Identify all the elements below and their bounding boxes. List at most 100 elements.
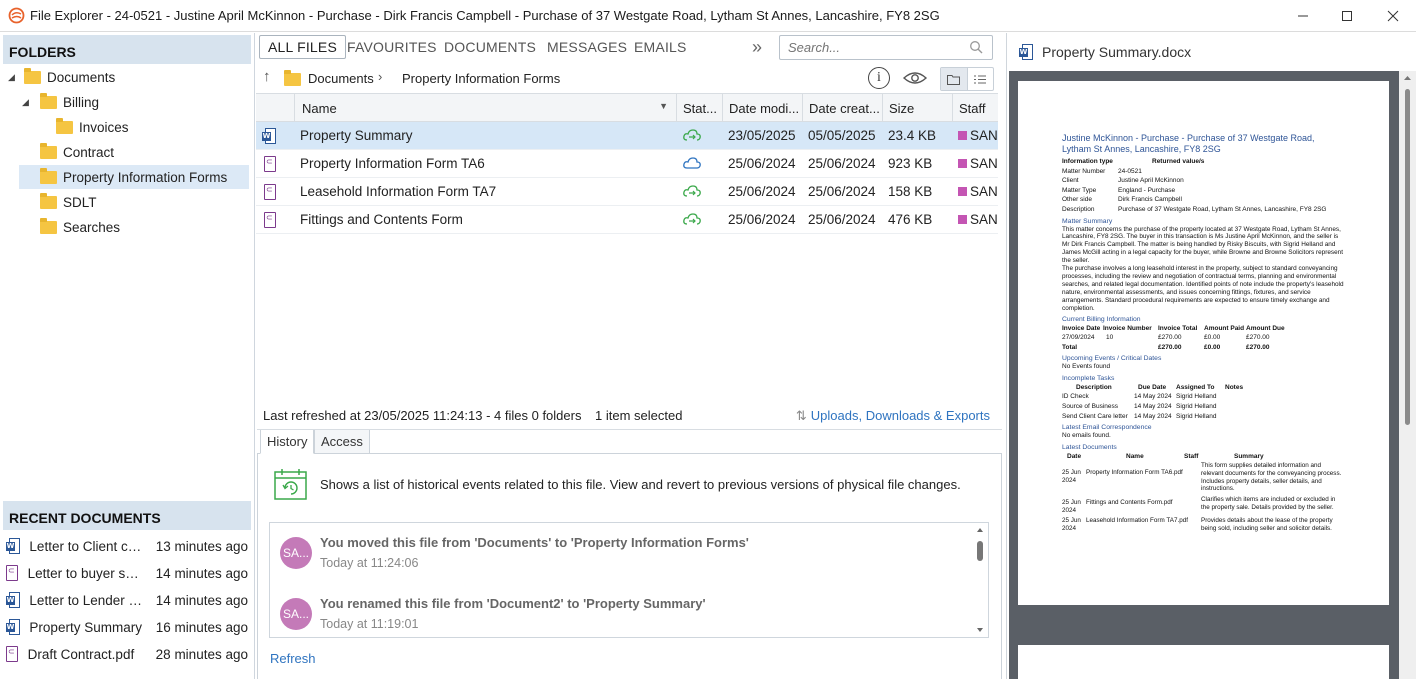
document-page bbox=[1018, 645, 1389, 679]
folder-icon bbox=[24, 67, 41, 84]
tab-history[interactable]: History bbox=[260, 430, 315, 454]
left-pane: FOLDERS ◢ Documents ◢ Billing Invoices C… bbox=[0, 33, 255, 679]
tree-item-label: Contract bbox=[63, 144, 115, 160]
scrollbar[interactable] bbox=[974, 525, 986, 635]
file-name: Property Summary bbox=[300, 128, 413, 143]
word-file-icon: W bbox=[6, 619, 20, 635]
search-box[interactable] bbox=[779, 35, 993, 60]
table-row[interactable]: Fittings and Contents Form 25/06/2024 25… bbox=[256, 206, 998, 234]
tab-documents[interactable]: DOCUMENTS bbox=[444, 35, 536, 59]
pdf-file-icon bbox=[6, 646, 18, 662]
file-list-pane: ALL FILES FAVOURITES DOCUMENTS MESSAGES … bbox=[256, 33, 1006, 679]
recent-item[interactable]: W Letter to Lender en... 14 minutes ago bbox=[6, 588, 248, 612]
staff-cell: SAN bbox=[958, 212, 998, 227]
folder-view-button[interactable] bbox=[941, 68, 968, 90]
column-header-size[interactable]: Size bbox=[882, 94, 952, 122]
more-tabs-chevron-icon[interactable]: » bbox=[752, 37, 762, 58]
uploads-downloads-link[interactable]: ⇅ Uploads, Downloads & Exports bbox=[796, 408, 990, 424]
recent-item[interactable]: W Letter to Client con... 13 minutes ago bbox=[6, 534, 248, 558]
tree-item-searches[interactable]: Searches bbox=[40, 215, 248, 239]
expand-icon[interactable]: ◢ bbox=[8, 72, 18, 83]
transfer-arrows-icon: ⇅ bbox=[795, 408, 807, 423]
event-time: Today at 11:19:01 bbox=[320, 617, 419, 631]
close-button[interactable] bbox=[1370, 0, 1416, 32]
tab-access[interactable]: Access bbox=[314, 430, 370, 454]
tree-item-invoices[interactable]: Invoices bbox=[56, 115, 248, 139]
column-header-created[interactable]: Date creat... bbox=[802, 94, 882, 122]
title-bar: File Explorer - 24-0521 - Justine April … bbox=[0, 0, 1416, 32]
last-refreshed-text: Last refreshed at 23/05/2025 11:24:13 - … bbox=[263, 408, 582, 423]
staff-cell: SAN bbox=[958, 128, 998, 143]
tree-item-billing[interactable]: ◢ Billing bbox=[22, 90, 248, 114]
tab-all-files[interactable]: ALL FILES bbox=[259, 35, 346, 59]
info-icon[interactable]: i bbox=[868, 67, 890, 89]
breadcrumb: ↑ Documents › Property Information Forms… bbox=[256, 65, 998, 93]
tree-item-documents[interactable]: ◢ Documents bbox=[8, 65, 248, 89]
table-row[interactable]: Property Information Form TA6 25/06/2024… bbox=[256, 150, 998, 178]
close-icon bbox=[1387, 10, 1399, 22]
table-row[interactable]: Leasehold Information Form TA7 25/06/202… bbox=[256, 178, 998, 206]
tree-item-sdlt[interactable]: SDLT bbox=[40, 190, 248, 214]
minimize-button[interactable] bbox=[1280, 0, 1326, 32]
eye-icon[interactable] bbox=[902, 69, 928, 87]
column-header-name[interactable]: Name ▼ bbox=[294, 94, 676, 122]
recent-item[interactable]: W Property Summary 16 minutes ago bbox=[6, 615, 248, 639]
preview-header: W Property Summary.docx bbox=[1007, 33, 1416, 71]
breadcrumb-documents[interactable]: Documents bbox=[308, 71, 374, 86]
doc-info-row: Description Purchase of 37 Westgate Road,… bbox=[1062, 205, 1327, 213]
history-event[interactable]: SA... You renamed this file from 'Docume… bbox=[280, 592, 960, 636]
date-modified: 25/06/2024 bbox=[728, 156, 796, 171]
doc-table-header: Invoice Date Invoice Number Invoice Total A… bbox=[1062, 324, 1285, 332]
tab-messages[interactable]: MESSAGES bbox=[547, 35, 627, 59]
table-row[interactable]: W Property Summary 23/05/2025 05/05/2025… bbox=[256, 122, 998, 150]
doc-info-row: Other side Dirk Francis Campbell bbox=[1062, 196, 1182, 204]
sort-arrow-icon: ▼ bbox=[659, 101, 668, 111]
cloud-icon bbox=[683, 157, 701, 169]
recent-item[interactable]: Draft Contract.pdf 28 minutes ago bbox=[6, 642, 248, 666]
document-preview[interactable]: Justine McKinnon - Purchase - Purchase o… bbox=[1009, 71, 1399, 679]
tree-item-property-information-forms[interactable]: Property Information Forms bbox=[19, 165, 249, 189]
avatar: SA... bbox=[280, 537, 312, 569]
file-size: 923 KB bbox=[888, 156, 933, 171]
folders-header: FOLDERS bbox=[3, 35, 251, 64]
word-file-icon: W bbox=[262, 128, 276, 144]
doc-paragraph: The purchase involves a long leasehold i… bbox=[1062, 265, 1344, 312]
tab-favourites[interactable]: FAVOURITES bbox=[347, 35, 437, 59]
tab-emails[interactable]: EMAILS bbox=[634, 35, 687, 59]
search-icon[interactable] bbox=[969, 40, 983, 54]
file-size: 476 KB bbox=[888, 212, 933, 227]
doc-table-row: Source of Business 14 May 2024 Sigrid Hell… bbox=[1062, 402, 1217, 410]
column-header-status[interactable]: Stat... bbox=[676, 94, 722, 122]
recent-item-time: 14 minutes ago bbox=[155, 565, 248, 581]
staff-color-swatch bbox=[958, 159, 967, 168]
recent-item-time: 13 minutes ago bbox=[155, 538, 248, 554]
folder-icon bbox=[40, 167, 57, 184]
history-event[interactable]: SA... You moved this file from 'Document… bbox=[280, 531, 960, 575]
column-header-modified[interactable]: Date modi... bbox=[722, 94, 802, 122]
tree-item-label: Searches bbox=[63, 219, 121, 235]
doc-info-header: Information type Returned value/s bbox=[1062, 158, 1205, 165]
preview-scrollbar[interactable] bbox=[1399, 71, 1416, 679]
maximize-button[interactable] bbox=[1324, 0, 1370, 32]
tree-item-label: SDLT bbox=[63, 194, 97, 210]
refresh-link[interactable]: Refresh bbox=[270, 651, 316, 666]
doc-table-header: Date Name Staff Summary bbox=[1067, 452, 1264, 460]
recent-item-name: Draft Contract.pdf bbox=[27, 646, 135, 662]
list-view-button[interactable] bbox=[968, 68, 994, 90]
tree-item-contract[interactable]: Contract bbox=[40, 140, 248, 164]
file-name: Fittings and Contents Form bbox=[300, 212, 463, 227]
date-modified: 25/06/2024 bbox=[728, 184, 796, 199]
breadcrumb-current[interactable]: Property Information Forms bbox=[402, 71, 560, 86]
folder-icon bbox=[40, 192, 57, 209]
doc-section-title: Incomplete Tasks bbox=[1062, 374, 1115, 382]
folder-icon bbox=[56, 117, 73, 134]
selection-count: 1 item selected bbox=[595, 408, 683, 423]
doc-section-title: Upcoming Events / Critical Dates bbox=[1062, 355, 1162, 363]
search-input[interactable] bbox=[780, 36, 960, 59]
expand-icon[interactable]: ◢ bbox=[22, 97, 32, 108]
folder-icon bbox=[284, 70, 301, 86]
recent-item[interactable]: Letter to buyer soli... 14 minutes ago bbox=[6, 561, 248, 585]
up-arrow-icon[interactable]: ↑ bbox=[263, 68, 271, 85]
column-header-staff[interactable]: Staff bbox=[952, 94, 998, 122]
history-events-list[interactable]: SA... You moved this file from 'Document… bbox=[269, 522, 989, 638]
